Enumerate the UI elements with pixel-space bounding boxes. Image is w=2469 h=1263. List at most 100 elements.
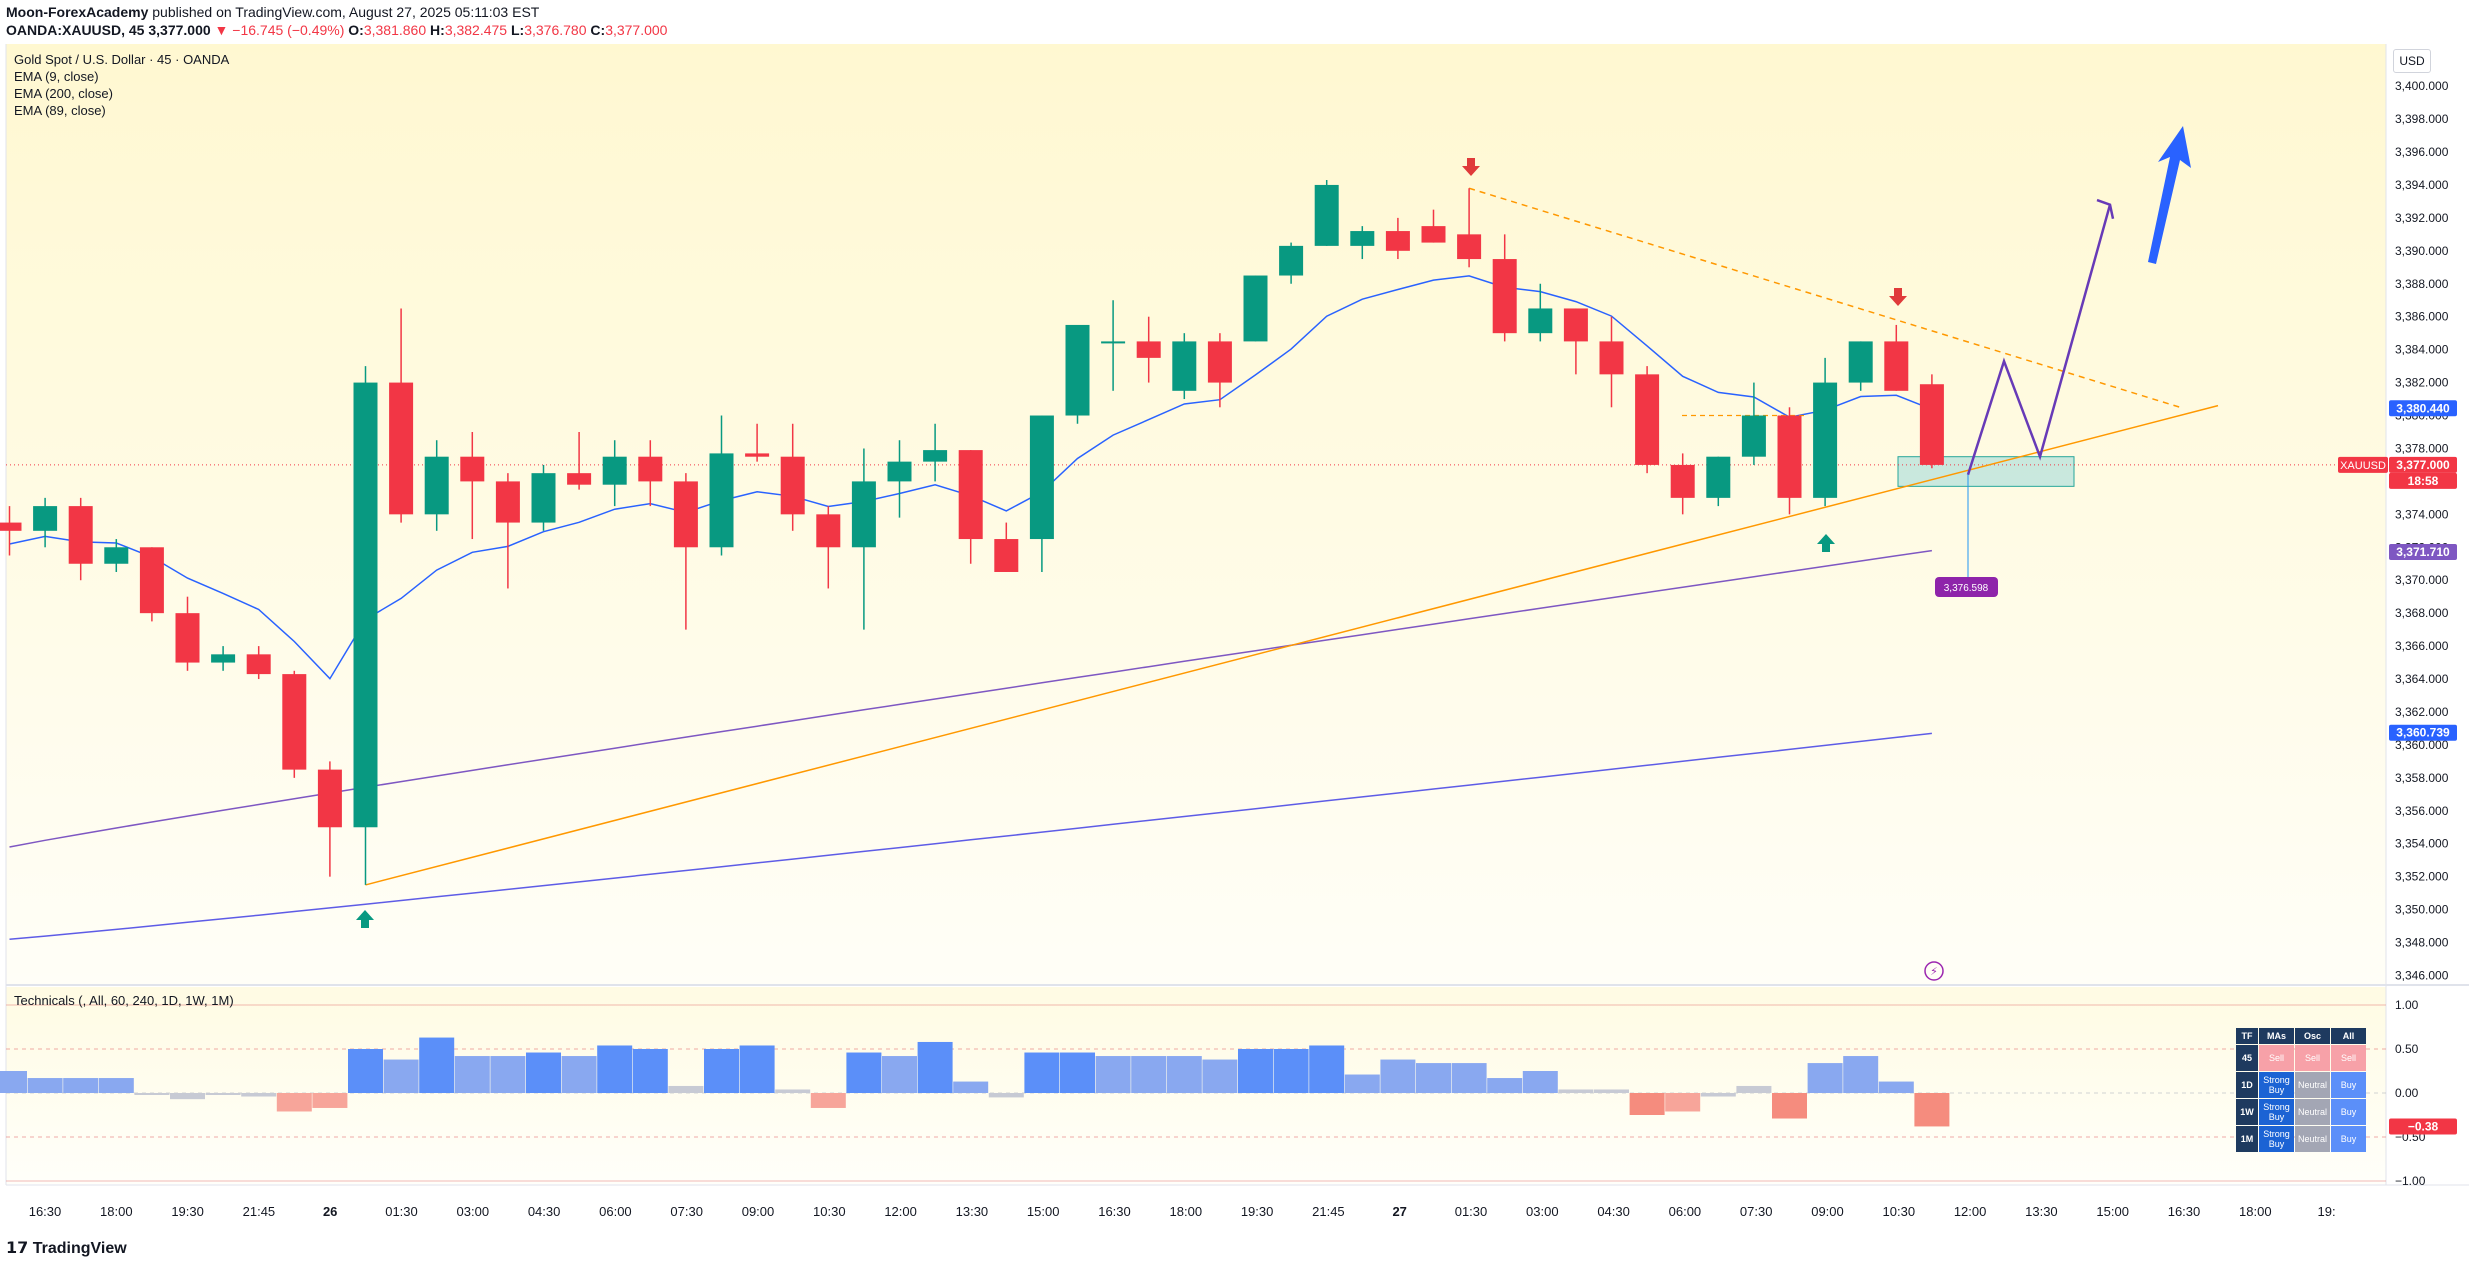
lightning-glyph: ⚡ [1930, 965, 1938, 978]
candle-body [887, 461, 912, 482]
technicals-bar [846, 1052, 882, 1093]
candle-body [745, 453, 770, 457]
candle-body [1528, 308, 1553, 334]
y-tick-label: 3,400.000 [2395, 79, 2449, 93]
candle-body [282, 674, 307, 770]
technicals-tick-label: 0.00 [2395, 1086, 2419, 1100]
candle-body [460, 456, 485, 482]
technicals-bar [170, 1093, 205, 1100]
x-tick-label: 04:30 [528, 1204, 561, 1219]
technicals-tick-label: 0.50 [2395, 1042, 2419, 1056]
technicals-bar [917, 1041, 953, 1093]
technicals-bar [668, 1085, 704, 1093]
technicals-bar [1878, 1081, 1914, 1093]
candle-body [1706, 456, 1731, 498]
technicals-bar [1914, 1093, 1950, 1127]
y-tick-label: 3,384.000 [2395, 343, 2449, 357]
candle-body [567, 473, 592, 485]
candle-body [994, 539, 1019, 572]
table-row: 1D Strong Buy Neutral Buy [2236, 1072, 2366, 1098]
technicals-bar [1594, 1089, 1629, 1093]
y-tick-label: 3,346.000 [2395, 969, 2449, 983]
table-row: 1W Strong Buy Neutral Buy [2236, 1099, 2366, 1125]
table-cell-all: Buy [2331, 1126, 2366, 1152]
technicals-bar [1024, 1052, 1060, 1093]
y-tick-label: 3,362.000 [2395, 705, 2449, 719]
candle-body [1065, 324, 1090, 416]
technicals-bar [988, 1093, 1024, 1098]
y-tick-label: 3,388.000 [2395, 277, 2449, 291]
table-cell-all: Sell [2331, 1045, 2366, 1071]
candle-body [1813, 382, 1838, 498]
x-tick-label: 09:00 [1811, 1204, 1844, 1219]
x-tick-label: 06:00 [599, 1204, 632, 1219]
chart-canvas[interactable]: ⚡ 3,346.000 3,348.000 3,350.000 3,352.000 3,… [0, 0, 2469, 1263]
candle-body [33, 506, 58, 531]
currency-button[interactable]: USD [2393, 49, 2431, 73]
y-tick-label: 3,358.000 [2395, 771, 2449, 785]
ema200-price-label: 3,360.739 [2396, 726, 2450, 740]
technicals-bar [1095, 1056, 1131, 1093]
technicals-bar [1202, 1059, 1238, 1093]
technicals-value-label: −0.38 [2408, 1119, 2439, 1133]
technicals-bar [597, 1045, 633, 1093]
technicals-bar [0, 1071, 27, 1093]
x-tick-label: 18:00 [100, 1204, 133, 1219]
candle-body [673, 481, 698, 548]
candle-body [923, 450, 948, 462]
x-tick-label: 12:00 [884, 1204, 917, 1219]
countdown-label: 18:58 [2408, 474, 2439, 488]
candle-body [139, 547, 164, 614]
table-cell-tf: 45 [2236, 1045, 2258, 1071]
candle-body [816, 514, 841, 548]
technicals-bar [454, 1056, 490, 1093]
technicals-bar [1344, 1074, 1380, 1093]
candle-body [709, 453, 734, 548]
table-row: 45 Sell Sell Sell [2236, 1045, 2366, 1071]
x-tick-label: 13:30 [956, 1204, 989, 1219]
legend-ema-89[interactable]: EMA (89, close) [14, 103, 106, 118]
technicals-bar [1487, 1078, 1523, 1093]
y-tick-label: 3,374.000 [2395, 507, 2449, 521]
indicator-label[interactable]: Technicals (, All, 60, 240, 1D, 1W, 1M) [14, 993, 234, 1008]
candle-body [1457, 234, 1482, 260]
candle-body [780, 456, 805, 515]
x-tick-label: 15:00 [1027, 1204, 1060, 1219]
candle-body [246, 654, 271, 675]
candle-body [1101, 341, 1126, 344]
y-tick-label: 3,392.000 [2395, 211, 2449, 225]
technicals-bar [419, 1037, 455, 1093]
table-cell-mas: Strong Buy [2259, 1072, 2294, 1098]
legend-ema-9[interactable]: EMA (9, close) [14, 69, 99, 84]
y-tick-label: 3,352.000 [2395, 870, 2449, 884]
technicals-bar [98, 1078, 134, 1093]
technicals-bar [1807, 1063, 1843, 1093]
target-label-text: 3,376.598 [1944, 583, 1989, 594]
technicals-table: TF MAs Osc All 45 Sell Sell Sell 1D Strong Buy Neu… [2235, 1027, 2367, 1153]
table-cell-tf: 1W [2236, 1099, 2258, 1125]
table-header-cell: All [2331, 1028, 2366, 1044]
y-tick-label: 3,386.000 [2395, 310, 2449, 324]
candle-body [317, 769, 342, 828]
technicals-bar [1629, 1093, 1665, 1115]
candle-body [353, 382, 378, 828]
x-tick-label: 21:45 [243, 1204, 276, 1219]
technicals-bar [526, 1052, 561, 1093]
technicals-bar [312, 1093, 348, 1108]
x-tick-label: 04:30 [1597, 1204, 1630, 1219]
tradingview-logo[interactable]: 𝟭𝟳 TradingView [6, 1238, 127, 1258]
technicals-bar [632, 1049, 668, 1093]
x-tick-label: 19:30 [1241, 1204, 1274, 1219]
candle-body [1884, 341, 1909, 391]
x-tick-label: 03:00 [457, 1204, 490, 1219]
candle-body [531, 473, 556, 523]
technicals-bar [1131, 1056, 1167, 1093]
candle-body [1492, 259, 1517, 334]
candle-body [1635, 374, 1660, 465]
y-tick-label: 3,368.000 [2395, 606, 2449, 620]
candle-body [175, 613, 200, 663]
legend-ema-200[interactable]: EMA (200, close) [14, 86, 113, 101]
y-tick-label: 3,378.000 [2395, 441, 2449, 455]
technicals-bar [1238, 1049, 1273, 1093]
candle-body [424, 456, 449, 515]
